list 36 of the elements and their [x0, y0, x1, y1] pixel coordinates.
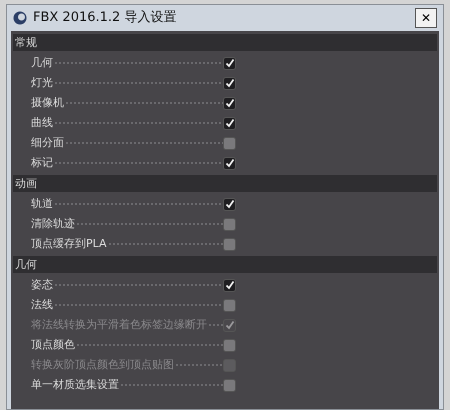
- section-header: 几何: [13, 256, 437, 273]
- option-label: 法线: [31, 296, 53, 313]
- dotted-leader-line: [207, 323, 223, 327]
- checkbox[interactable]: [223, 218, 236, 230]
- option-label: 曲线: [31, 114, 53, 131]
- option-label: 标记: [31, 154, 53, 171]
- checkbox[interactable]: [223, 198, 236, 210]
- checkbox[interactable]: [223, 136, 236, 150]
- window-title: FBX 2016.1.2 导入设置: [33, 9, 176, 28]
- option-label: 顶点缓存到PLA: [31, 236, 107, 252]
- dotted-leader-line: [174, 363, 223, 367]
- checkbox[interactable]: [223, 156, 236, 170]
- close-button[interactable]: ✕: [415, 8, 437, 28]
- option-label: 细分面: [31, 134, 64, 151]
- option-label: 清除轨迹: [31, 216, 75, 232]
- checkbox[interactable]: [223, 76, 236, 90]
- checkbox[interactable]: [223, 116, 236, 130]
- checkbox[interactable]: [223, 96, 236, 110]
- option-label: 摄像机: [31, 94, 64, 111]
- checkbox[interactable]: [223, 56, 236, 70]
- option-label: 姿态: [31, 276, 53, 293]
- app-logo-icon: [13, 11, 27, 25]
- section-header: 常规: [13, 34, 437, 51]
- option-label: 灯光: [31, 74, 53, 91]
- option-label: 顶点颜色: [31, 336, 75, 353]
- checkbox[interactable]: [223, 378, 236, 392]
- option-label: 单一材质选集设置: [31, 376, 119, 393]
- section-header: 动画: [13, 175, 437, 192]
- checkbox[interactable]: [223, 298, 236, 312]
- checkbox[interactable]: [223, 278, 236, 292]
- checkbox[interactable]: [223, 338, 236, 352]
- option-label: 将法线转换为平滑着色标签边缘断开: [31, 316, 207, 333]
- option-label: 转换灰阶顶点颜色到顶点贴图: [31, 356, 174, 373]
- option-label: 轨道: [31, 196, 53, 212]
- option-label: 几何: [31, 54, 53, 71]
- checkbox[interactable]: [223, 238, 236, 250]
